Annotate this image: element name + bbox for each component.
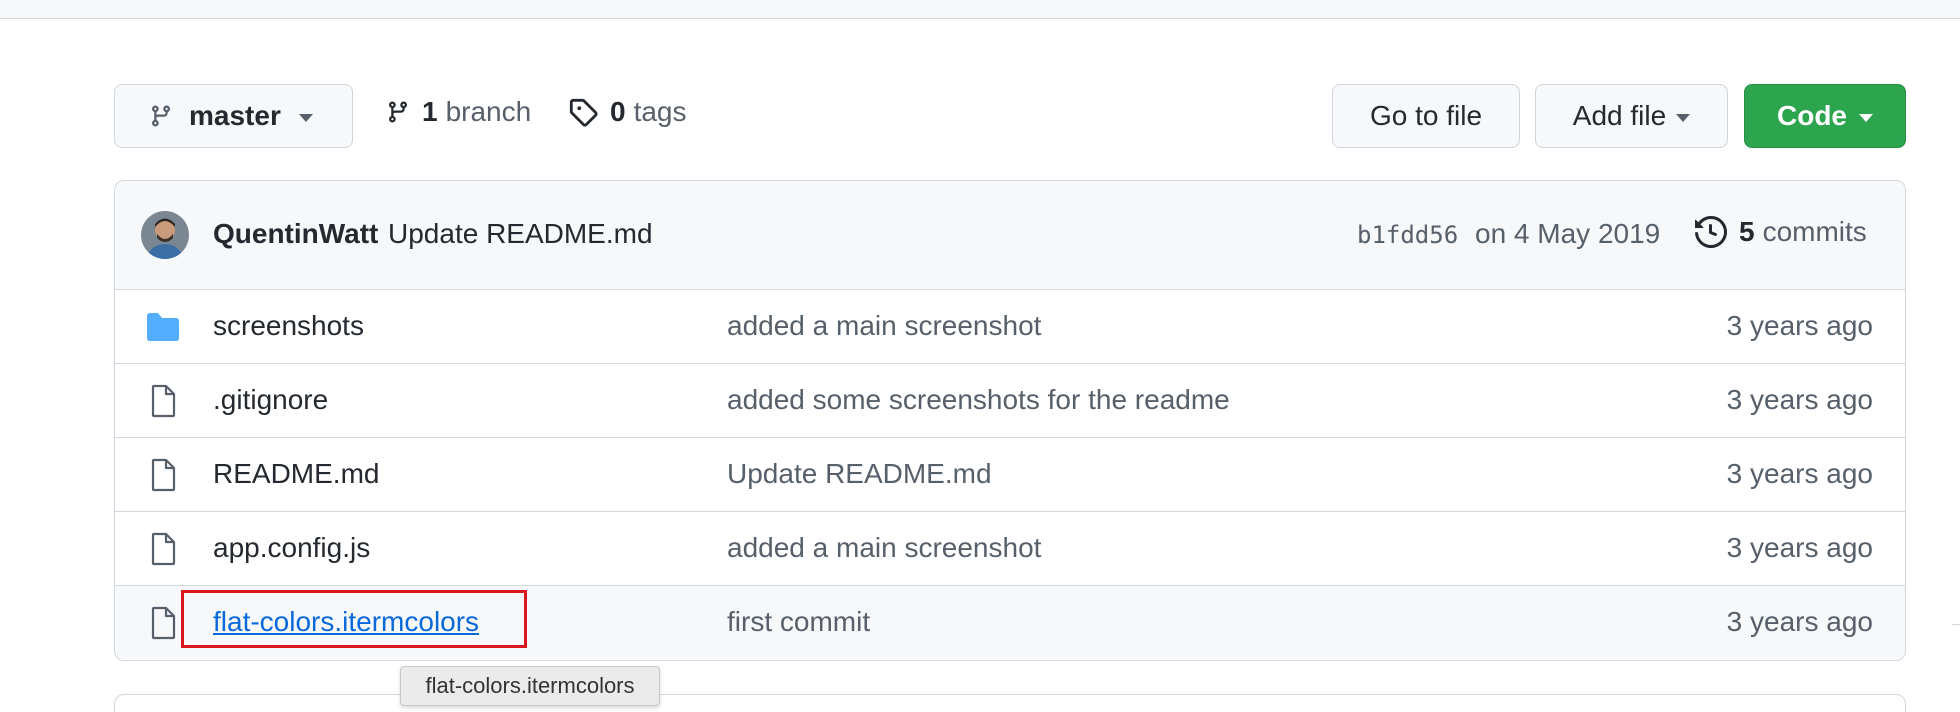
tooltip-text: flat-colors.itermcolors [425, 673, 635, 698]
code-label: Code [1777, 100, 1847, 131]
file-row[interactable]: .gitignore added some screenshots for th… [115, 363, 1905, 437]
file-list-box: QuentinWatt Update README.md b1fdd56 on … [114, 180, 1906, 661]
commit-count: 5 [1739, 216, 1755, 247]
file-commit-message-link[interactable]: added a main screenshot [727, 532, 1041, 564]
commits-history-link[interactable]: 5 commits [1695, 216, 1867, 248]
tags-link[interactable]: 0 tags [568, 96, 687, 128]
file-age: 3 years ago [1726, 310, 1873, 341]
chevron-down-icon [298, 114, 313, 122]
tag-count: 0 [610, 96, 626, 127]
file-row[interactable]: screenshots added a main screenshot 3 ye… [115, 289, 1905, 363]
file-row[interactable]: README.md Update README.md 3 years ago [115, 437, 1905, 511]
avatar-image [141, 211, 189, 259]
history-icon [1695, 216, 1727, 248]
add-file-button[interactable]: Add file [1535, 84, 1728, 148]
file-name-link[interactable]: app.config.js [213, 532, 370, 564]
file-commit-message-link[interactable]: Update README.md [727, 458, 992, 490]
branch-select-button[interactable]: master [114, 84, 353, 148]
commit-date: on 4 May 2019 [1475, 218, 1661, 249]
branch-word: branch [445, 96, 532, 127]
chevron-down-icon [1859, 114, 1873, 122]
branches-link[interactable]: 1 branch [386, 96, 531, 128]
branch-count: 1 [422, 96, 438, 127]
git-branch-icon [388, 101, 407, 123]
file-name-link[interactable]: .gitignore [213, 384, 328, 416]
file-icon [151, 458, 176, 492]
git-branch-icon [151, 105, 170, 127]
tooltip: flat-colors.itermcolors [400, 666, 660, 706]
file-age: 3 years ago [1726, 458, 1873, 489]
commit-sha-link[interactable]: b1fdd56 [1357, 221, 1458, 249]
file-icon [151, 606, 176, 640]
commit-message-link[interactable]: Update README.md [388, 218, 653, 250]
file-name-link[interactable]: flat-colors.itermcolors [213, 606, 479, 638]
file-icon [151, 384, 176, 418]
latest-commit-bar: QuentinWatt Update README.md b1fdd56 on … [115, 181, 1905, 290]
tag-word: tags [633, 96, 687, 127]
go-to-file-label: Go to file [1369, 100, 1483, 131]
file-name-link[interactable]: screenshots [213, 310, 364, 342]
file-age: 3 years ago [1726, 606, 1873, 637]
file-row[interactable]: app.config.js added a main screenshot 3 … [115, 511, 1905, 585]
chevron-down-icon [1676, 114, 1691, 122]
sidebar-divider [1952, 624, 1960, 625]
commit-word: commits [1762, 216, 1867, 247]
file-name-link[interactable]: README.md [213, 458, 379, 490]
file-commit-message-link[interactable]: added some screenshots for the readme [727, 384, 1230, 416]
file-commit-message-link[interactable]: first commit [727, 606, 870, 638]
tag-icon [569, 98, 598, 127]
file-age: 3 years ago [1726, 532, 1873, 563]
code-button[interactable]: Code [1744, 84, 1906, 148]
add-file-label: Add file [1572, 100, 1667, 131]
branch-name: master [189, 100, 281, 131]
go-to-file-button[interactable]: Go to file [1332, 84, 1520, 148]
folder-icon [147, 313, 179, 341]
file-icon [151, 532, 176, 566]
file-row[interactable]: flat-colors.itermcolors first commit 3 y… [115, 585, 1905, 659]
commit-author-link[interactable]: QuentinWatt [213, 218, 378, 250]
avatar[interactable] [141, 211, 189, 259]
file-commit-message-link[interactable]: added a main screenshot [727, 310, 1041, 342]
repository-page: master 1 branch 0 tags Go to file Add fi… [0, 0, 1960, 712]
readme-box [114, 694, 1906, 712]
top-strip [0, 0, 1960, 19]
file-age: 3 years ago [1726, 384, 1873, 415]
